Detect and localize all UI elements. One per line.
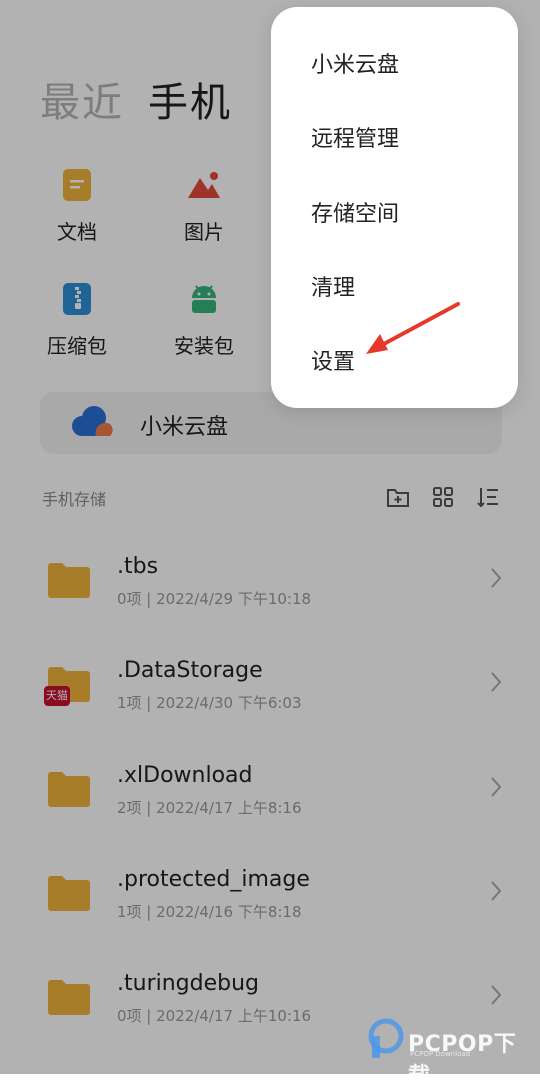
menu-item-remote-manage[interactable]: 远程管理	[311, 121, 399, 153]
menu-item-clean[interactable]: 清理	[311, 270, 355, 302]
menu-item-storage-space[interactable]: 存储空间	[311, 196, 399, 228]
watermark-text: PCPOP下载	[408, 1032, 517, 1089]
pcpop-watermark: PCPOP下载 PCPOP Download	[366, 1018, 536, 1089]
pcpop-logo-icon	[368, 1018, 404, 1058]
menu-item-settings[interactable]: 设置	[311, 344, 355, 376]
red-arrow-annotation	[350, 298, 462, 364]
menu-item-mi-cloud[interactable]: 小米云盘	[311, 47, 399, 79]
watermark-subtext: PCPOP Download	[410, 1050, 471, 1058]
file-manager-screen: 最近 手机 文档 图片 压缩包 安装包 小米云盘 手机存储 .tbs 0项 | …	[0, 0, 540, 1089]
